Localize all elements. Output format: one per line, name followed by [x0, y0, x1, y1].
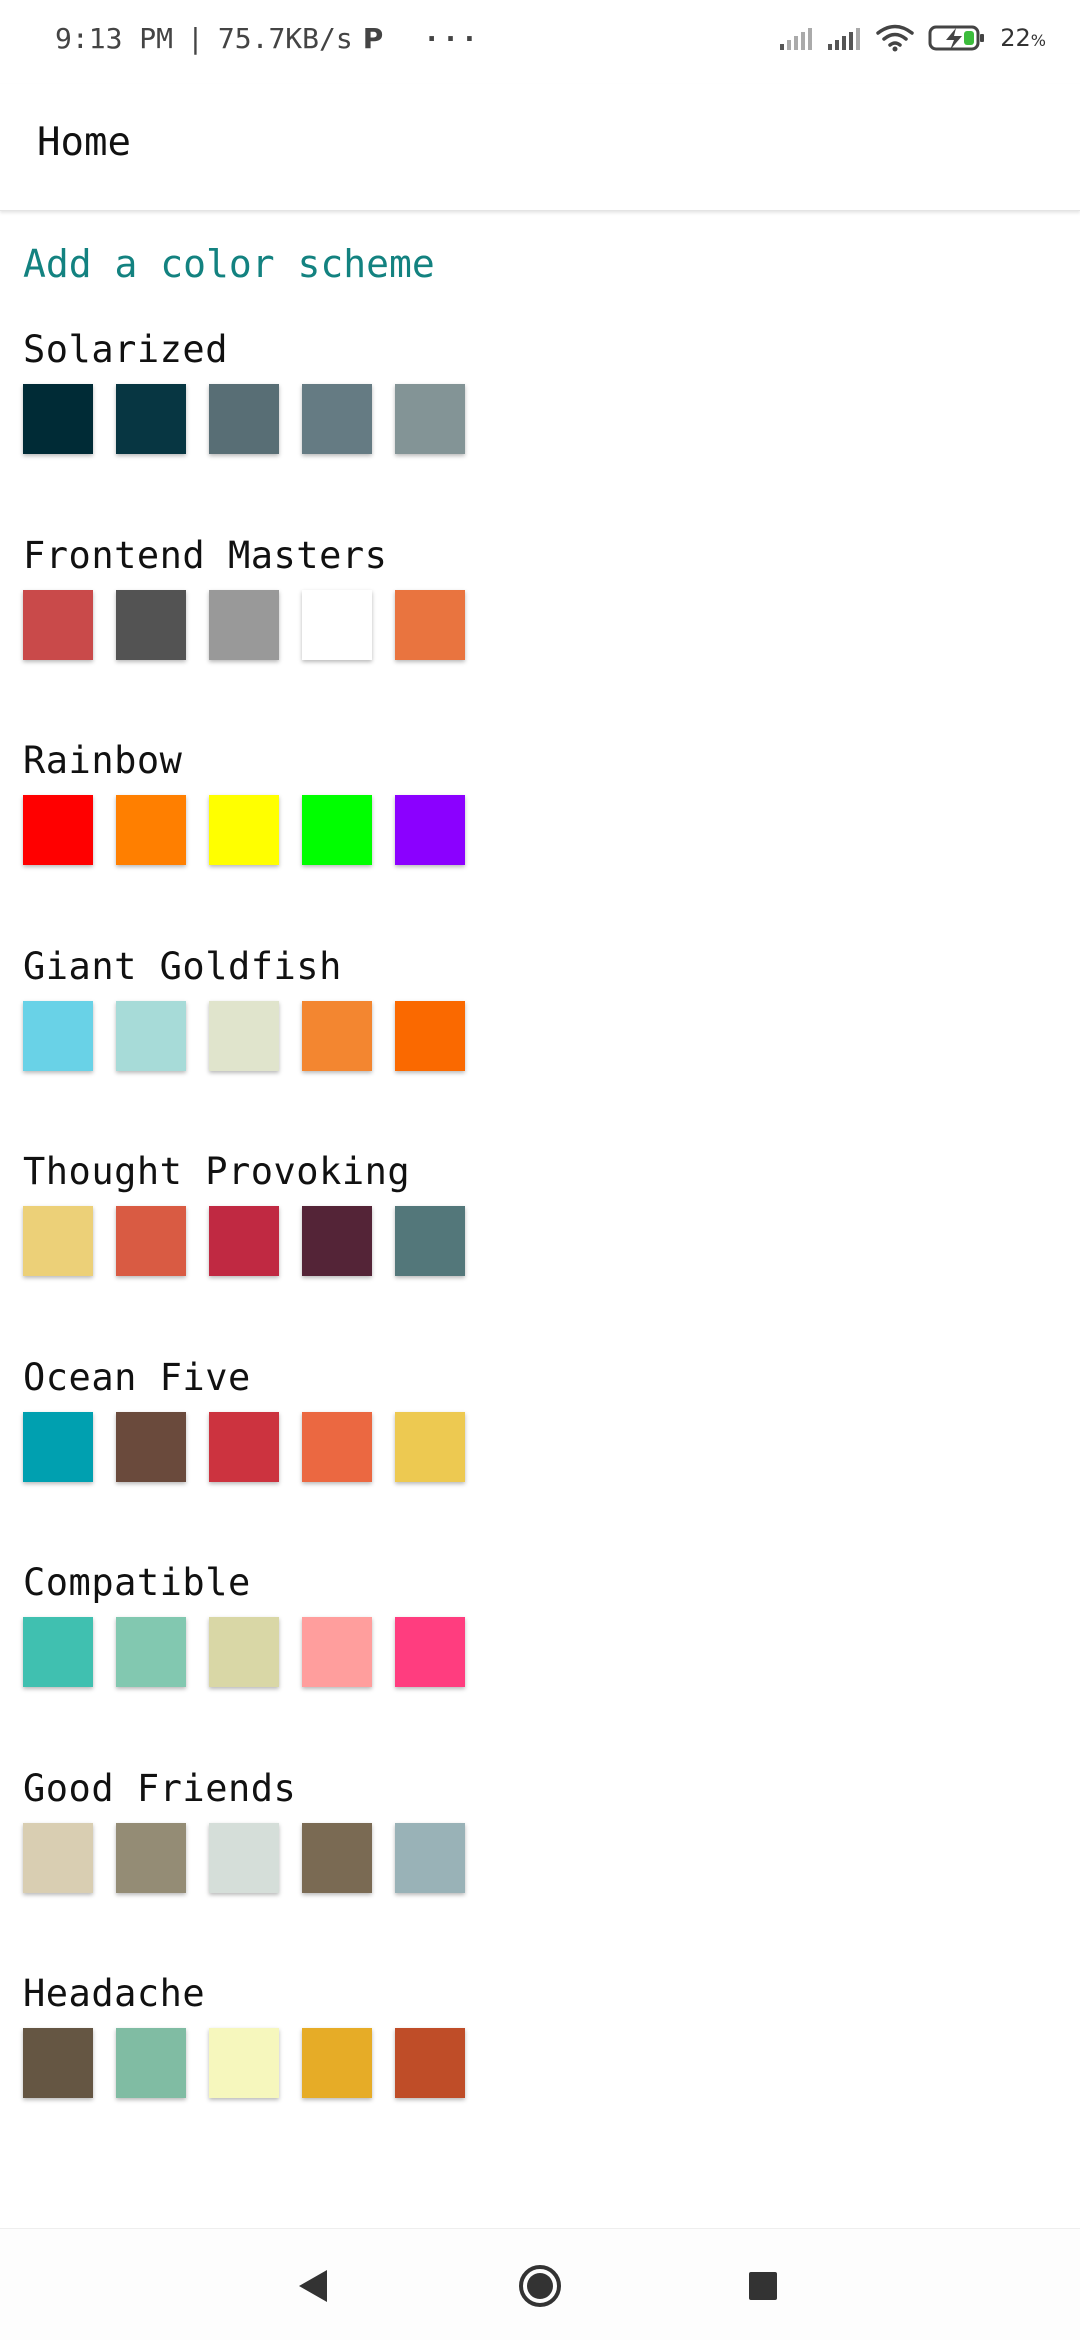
recents-button[interactable] [736, 2259, 790, 2313]
color-swatch [23, 589, 93, 660]
color-swatch [209, 1411, 279, 1482]
color-swatch-row [23, 1411, 465, 1482]
color-swatch [302, 795, 372, 865]
app-bar: Home [0, 84, 1080, 211]
color-swatch [116, 384, 186, 454]
color-swatch-row [23, 1617, 465, 1687]
signal-sim1-icon [780, 28, 813, 50]
color-swatch [302, 1617, 372, 1687]
color-swatch [302, 384, 372, 454]
more-notifications-icon: ··· [423, 22, 480, 55]
color-scheme-name: Thought Provoking [23, 1150, 411, 1193]
wifi-icon [876, 24, 914, 52]
color-swatch [209, 1822, 279, 1893]
color-scheme-item[interactable]: Solarized [23, 328, 1053, 534]
color-swatch [209, 1206, 279, 1276]
color-swatch [395, 1206, 465, 1276]
color-swatch [23, 1000, 93, 1071]
color-scheme-name: Solarized [23, 328, 228, 371]
system-nav-bar [0, 2228, 1080, 2340]
back-button[interactable] [286, 2259, 340, 2313]
color-scheme-item[interactable]: Rainbow [23, 739, 1053, 945]
color-swatch-row [23, 1206, 465, 1276]
status-left: 9:13 PM | 75.7KB/s P ··· [55, 22, 480, 55]
color-swatch [302, 2028, 372, 2098]
color-scheme-item[interactable]: Giant Goldfish [23, 945, 1053, 1151]
color-swatch [209, 1000, 279, 1071]
color-swatch [116, 1617, 186, 1687]
color-scheme-name: Giant Goldfish [23, 944, 342, 988]
color-swatch [23, 1822, 93, 1893]
color-swatch [395, 589, 465, 660]
parking-icon: P [362, 22, 384, 55]
color-scheme-list: Solarized Frontend Masters Rainbow Giant Go… [23, 328, 1053, 2178]
color-swatch [209, 589, 279, 660]
add-color-scheme-link[interactable]: Add a color scheme [23, 242, 435, 286]
color-swatch-row [23, 589, 465, 660]
battery-charging-icon [928, 25, 985, 51]
color-scheme-item[interactable]: Headache [23, 1972, 1053, 2178]
color-swatch-row [23, 795, 465, 865]
color-swatch [116, 589, 186, 660]
color-scheme-item[interactable]: Compatible [23, 1561, 1053, 1767]
color-swatch [209, 1617, 279, 1687]
color-swatch-row [23, 2028, 465, 2098]
color-swatch [302, 1822, 372, 1893]
color-swatch [395, 1411, 465, 1482]
color-swatch [23, 2028, 93, 2098]
color-swatch [23, 1411, 93, 1482]
color-swatch [395, 2028, 465, 2098]
status-right: 22% [780, 24, 1046, 52]
color-swatch [209, 2028, 279, 2098]
color-swatch [209, 795, 279, 865]
color-scheme-item[interactable]: Thought Provoking [23, 1150, 1053, 1356]
color-swatch [116, 1000, 186, 1071]
color-swatch-row [23, 1000, 465, 1071]
page-title: Home [37, 120, 131, 165]
color-swatch [395, 1000, 465, 1071]
color-swatch [116, 2028, 186, 2098]
color-swatch-row [23, 384, 465, 454]
color-swatch [116, 1411, 186, 1482]
color-swatch [116, 1822, 186, 1893]
color-swatch [302, 1000, 372, 1071]
color-swatch [116, 795, 186, 865]
signal-sim2-icon [828, 28, 861, 50]
color-scheme-name: Ocean Five [23, 1355, 251, 1399]
color-swatch [23, 795, 93, 865]
network-speed: 75.7KB/s [217, 22, 353, 55]
status-bar: 9:13 PM | 75.7KB/s P ··· 22% [0, 0, 1080, 84]
status-time: 9:13 PM [55, 22, 174, 55]
color-swatch [395, 795, 465, 865]
color-scheme-name: Compatible [23, 1561, 251, 1604]
color-scheme-name: Frontend Masters [23, 533, 388, 577]
color-swatch [23, 384, 93, 454]
color-scheme-name: Rainbow [23, 739, 183, 782]
color-swatch [302, 1411, 372, 1482]
color-swatch [116, 1206, 186, 1276]
battery-level: 22% [1000, 24, 1046, 52]
color-swatch [302, 589, 372, 660]
color-swatch [395, 1617, 465, 1687]
status-separator: | [187, 22, 204, 55]
color-scheme-item[interactable]: Ocean Five [23, 1356, 1053, 1562]
recents-square-icon [749, 2272, 777, 2300]
color-swatch-row [23, 1822, 465, 1893]
color-scheme-item[interactable]: Frontend Masters [23, 534, 1053, 740]
color-swatch [209, 384, 279, 454]
home-button[interactable] [513, 2259, 567, 2313]
color-swatch [23, 1617, 93, 1687]
color-scheme-name: Headache [23, 1972, 206, 2015]
color-swatch [395, 384, 465, 454]
color-scheme-item[interactable]: Good Friends [23, 1767, 1053, 1973]
color-scheme-name: Good Friends [23, 1766, 297, 1810]
home-circle-icon [519, 2265, 561, 2307]
color-swatch [395, 1822, 465, 1893]
color-swatch [302, 1206, 372, 1276]
back-triangle-icon [299, 2270, 327, 2302]
color-swatch [23, 1206, 93, 1276]
